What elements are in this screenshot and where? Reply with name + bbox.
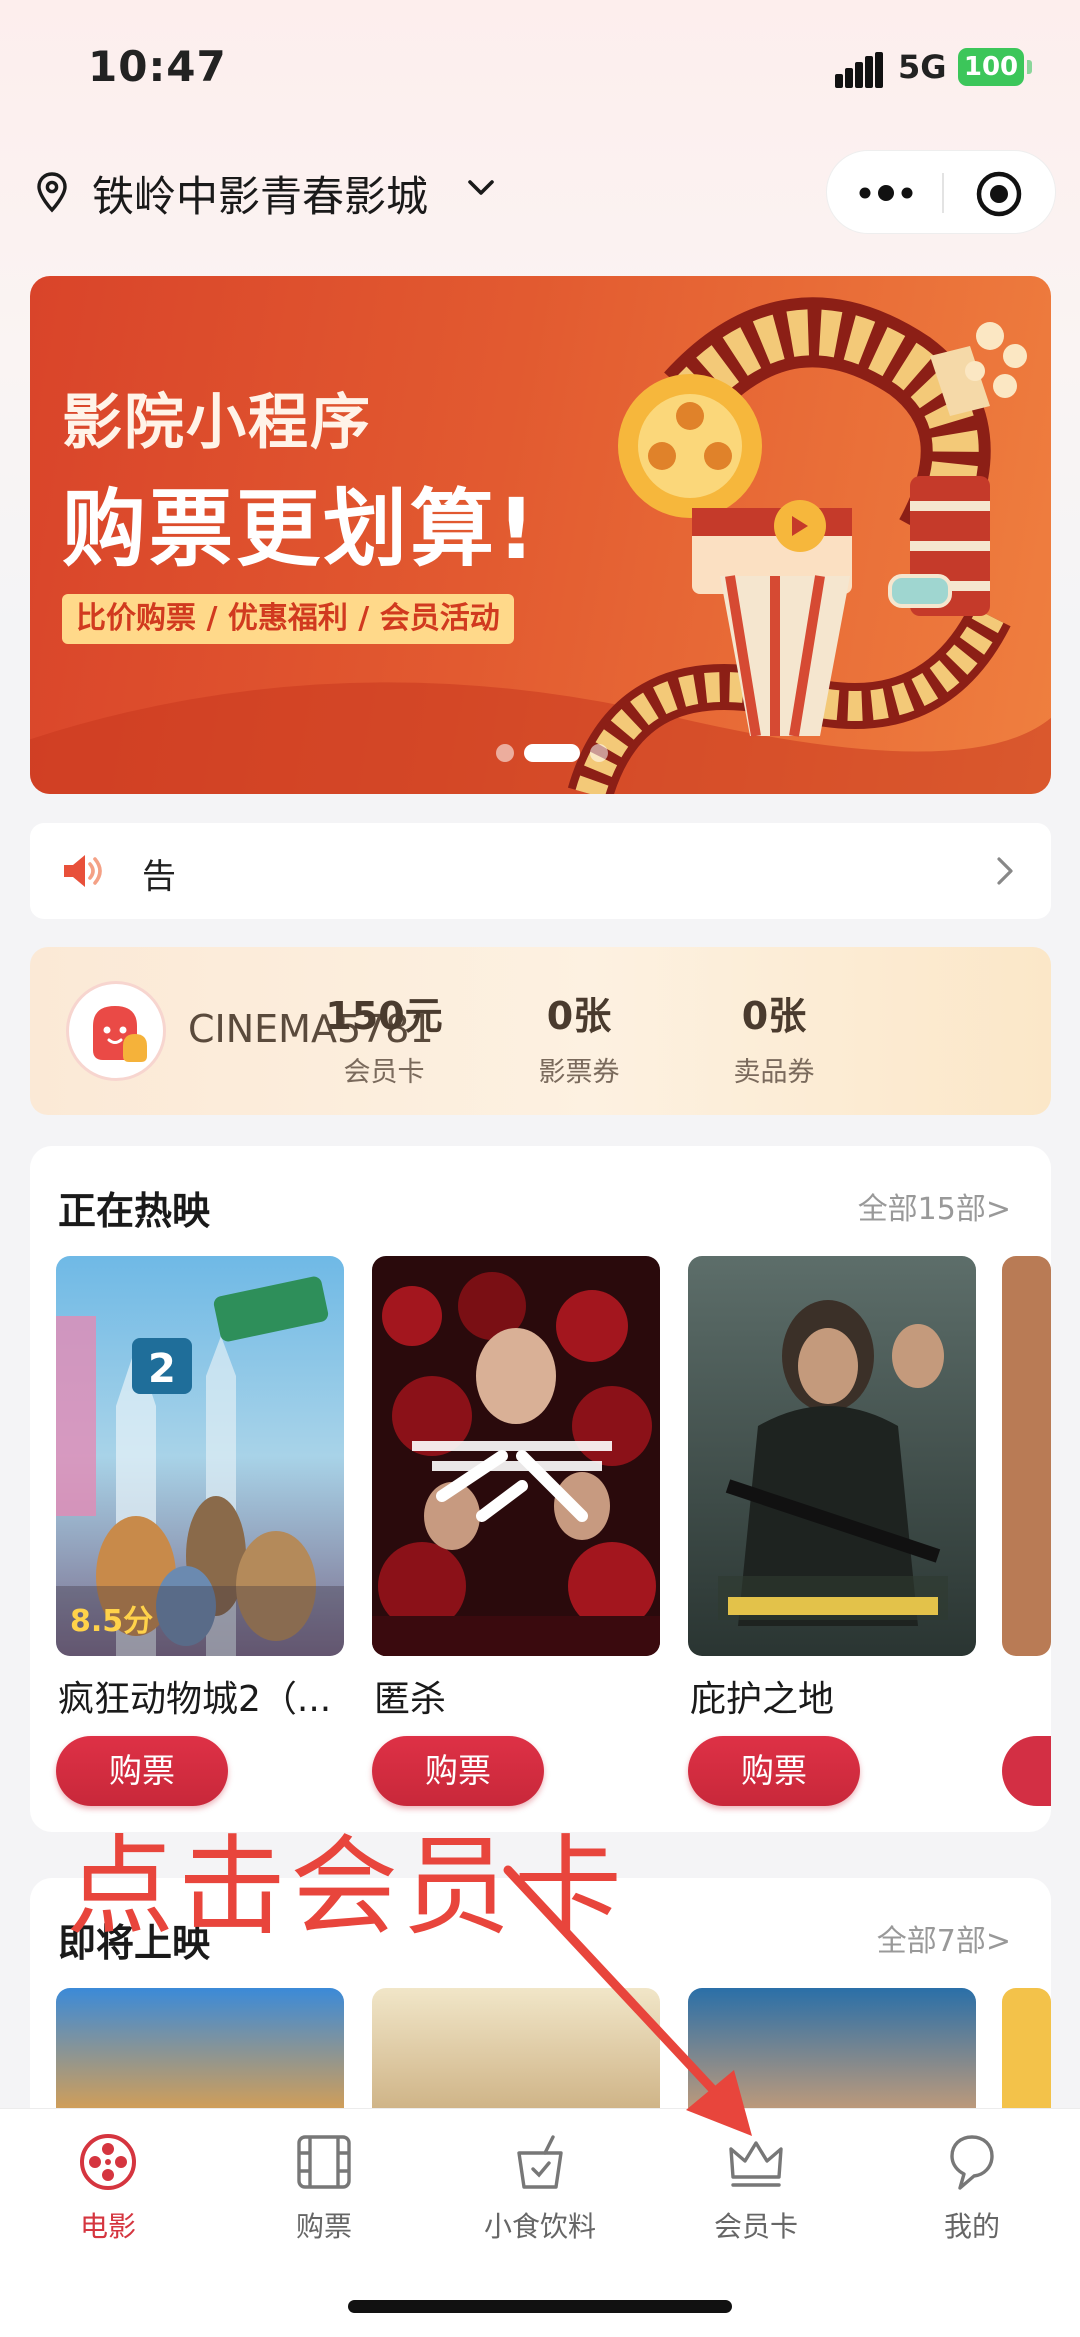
movie-poster[interactable] — [688, 1256, 976, 1656]
tab-label: 我的 — [943, 2210, 1000, 2243]
tab-movies[interactable]: 电影 — [28, 2131, 188, 2245]
poster-image — [372, 1256, 660, 1656]
notice-bar[interactable]: 告 — [30, 823, 1051, 919]
tab-label: 购票 — [295, 2210, 352, 2243]
chevron-down-icon[interactable] — [466, 176, 496, 200]
speaker-icon — [64, 855, 102, 887]
close-miniprogram-icon[interactable] — [975, 170, 1023, 218]
stat-label: 会员卡 — [343, 1057, 425, 1088]
movie-title: 疯狂动物城2（... — [58, 1679, 332, 1720]
miniprogram-capsule — [826, 150, 1056, 234]
banner-subtitle: 影院小程序 — [62, 388, 372, 458]
movie-title: 匿杀 — [374, 1679, 447, 1720]
film-reel-icon — [80, 2134, 136, 2190]
movie-score: 8.5分 — [70, 1604, 154, 1639]
movie-title: 庇护之地 — [690, 1679, 835, 1720]
now-showing-section: 正在热映 全部15部> 2 8.5分 疯狂动物城2（... 购票 匿杀 购票 庇… — [30, 1146, 1051, 1832]
film-strip-icon — [297, 2135, 351, 2189]
poster-image — [688, 1256, 976, 1656]
svg-text:2: 2 — [148, 1346, 176, 1392]
movie-poster[interactable] — [372, 1256, 660, 1656]
tutorial-annotation-text: 点击会员卡 — [66, 1825, 627, 1950]
battery-icon: 100 — [958, 48, 1032, 86]
location-pin-icon[interactable] — [30, 170, 74, 214]
tab-label: 小食饮料 — [483, 2210, 596, 2243]
mascot-icon — [93, 1006, 147, 1062]
status-bar: 10:47 5G 100 — [0, 0, 1080, 136]
carousel-indicator — [474, 740, 614, 762]
see-all-link[interactable]: 全部7部> — [877, 1916, 1011, 1960]
capsule-divider — [942, 173, 944, 213]
home-indicator[interactable] — [348, 2300, 732, 2313]
carousel-dot[interactable] — [496, 744, 514, 762]
buy-ticket-button-partial[interactable] — [1002, 1736, 1051, 1806]
stat-label: 影票券 — [538, 1057, 620, 1088]
buy-ticket-button[interactable]: 购票 — [56, 1736, 228, 1806]
tab-label: 会员卡 — [713, 2210, 798, 2243]
cinema-name[interactable]: 铁岭中影青春影城 — [92, 163, 428, 224]
avatar[interactable] — [66, 981, 166, 1081]
signal-icon — [835, 52, 885, 88]
member-summary[interactable]: CINEMA5781 150元 会员卡 0张 影票券 0张 卖品券 — [30, 947, 1051, 1115]
more-options-icon[interactable] — [857, 179, 915, 207]
banner-title: 购票更划算! — [62, 480, 539, 578]
chevron-right-icon[interactable] — [995, 855, 1015, 887]
promo-banner[interactable]: 影院小程序 购票更划算! 比价购票 / 优惠福利 / 会员活动 — [30, 276, 1051, 794]
tab-member-card[interactable]: 会员卡 — [676, 2131, 836, 2245]
stat-label: 卖品券 — [733, 1057, 815, 1088]
movie-poster-partial[interactable] — [1002, 1256, 1051, 1656]
drink-cup-icon — [517, 2135, 563, 2189]
tab-mine[interactable]: 我的 — [892, 2131, 1052, 2245]
tab-label: 电影 — [79, 2210, 136, 2243]
stat-value: 0张 — [741, 994, 807, 1038]
stat-snack-coupon[interactable]: 0张 卖品券 — [699, 985, 849, 1089]
tab-tickets[interactable]: 购票 — [244, 2131, 404, 2245]
crown-icon — [729, 2141, 783, 2187]
section-title: 正在热映 — [58, 1189, 211, 1233]
stat-ticket-coupon[interactable]: 0张 影票券 — [504, 985, 654, 1089]
banner-tag: 比价购票 / 优惠福利 / 会员活动 — [62, 594, 514, 644]
see-all-link[interactable]: 全部15部> — [858, 1184, 1011, 1228]
carousel-dot[interactable] — [590, 744, 608, 762]
network-type: 5G — [898, 48, 947, 86]
stat-value: 0张 — [546, 994, 612, 1038]
stat-value: 150元 — [325, 994, 443, 1038]
notice-text: 告 — [142, 857, 176, 897]
person-icon — [950, 2135, 994, 2190]
status-time: 10:47 — [88, 42, 227, 91]
stat-member-card[interactable]: 150元 会员卡 — [309, 985, 459, 1089]
tab-snacks[interactable]: 小食饮料 — [460, 2131, 620, 2245]
buy-ticket-button[interactable]: 购票 — [372, 1736, 544, 1806]
buy-ticket-button[interactable]: 购票 — [688, 1736, 860, 1806]
carousel-dot-active[interactable] — [524, 744, 580, 762]
